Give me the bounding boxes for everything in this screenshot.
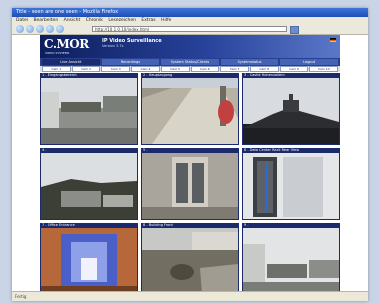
cam-tab[interactable]: Cam 5 xyxy=(160,66,190,72)
camera-feed-image xyxy=(142,153,238,219)
brand-logo: C.MOR xyxy=(44,37,89,51)
language-flag-icon[interactable] xyxy=(330,38,336,42)
page-subtitle: Version 3.7x xyxy=(102,44,124,48)
camera-panel-2[interactable]: 2 - Hauptzugang xyxy=(141,73,239,145)
reload-icon[interactable] xyxy=(36,25,44,33)
menu-edit[interactable]: Bearbeiten xyxy=(33,18,58,23)
tab-system-clients[interactable]: System Status/Clients xyxy=(161,59,219,65)
cam-tab[interactable]: Cam 4 xyxy=(131,66,160,72)
menu-file[interactable]: Datei xyxy=(16,18,28,23)
camera-panel-3[interactable]: 3 - Castle Hohenzollern xyxy=(242,73,340,145)
cam-tab[interactable]: Cam 7 xyxy=(220,66,249,72)
camera-feed-image xyxy=(142,228,238,294)
menu-history[interactable]: Chronik xyxy=(86,18,103,23)
tab-live-view[interactable]: Live Ansicht xyxy=(42,59,100,65)
menu-bookmarks[interactable]: Lesezeichen xyxy=(108,18,136,23)
forward-icon[interactable] xyxy=(26,25,34,33)
camera-feed-image xyxy=(142,78,238,144)
main-nav: Live Ansicht Recordings System Status/Cl… xyxy=(40,58,340,66)
camera-feed-image xyxy=(243,228,339,294)
camera-panel-7[interactable]: 7 - Office Entrance xyxy=(40,223,138,295)
tab-recordings[interactable]: Recordings xyxy=(101,59,160,65)
back-icon[interactable] xyxy=(16,25,24,33)
camera-selector: Cam 1 Cam 2 Cam 3 Cam 4 Cam 5 Cam 6 Cam … xyxy=(40,66,340,72)
menu-help[interactable]: Hilfe xyxy=(161,18,171,23)
camera-panel-9[interactable]: 9 - xyxy=(242,223,340,295)
browser-toolbar: http://10.1.0.10/index.html xyxy=(12,24,368,35)
menu-view[interactable]: Ansicht xyxy=(64,18,81,23)
window-titlebar: Title - seen are one seen - Mozilla Fire… xyxy=(12,8,368,17)
camera-feed-image xyxy=(41,78,137,144)
menu-tools[interactable]: Extras xyxy=(141,18,155,23)
go-button[interactable] xyxy=(290,26,299,34)
home-icon[interactable] xyxy=(56,25,64,33)
brand-tagline: VIDEO SYSTEMS xyxy=(45,51,70,55)
tab-logout[interactable]: Logout xyxy=(280,59,338,65)
camera-feed-image xyxy=(243,78,339,144)
camera-panel-5[interactable]: 5 - xyxy=(141,148,239,220)
cam-tab[interactable]: Cam 3 xyxy=(101,66,131,72)
camera-panel-6[interactable]: 6 - Data Center Rack Rear View xyxy=(242,148,340,220)
camera-panel-4[interactable]: 4 - xyxy=(40,148,138,220)
cam-tab[interactable]: Cam 1 xyxy=(42,66,71,72)
menu-bar: Datei Bearbeiten Ansicht Chronik Lesezei… xyxy=(12,17,368,24)
browser-window: Title - seen are one seen - Mozilla Fire… xyxy=(12,8,368,301)
cam-tab[interactable]: Cam 10 xyxy=(309,66,339,72)
cam-tab[interactable]: Cam 9 xyxy=(279,66,309,72)
camera-panel-8[interactable]: 8 - Building Front xyxy=(141,223,239,295)
camera-feed-image xyxy=(41,153,137,219)
app-header: C.MOR VIDEO SYSTEMS IP Video Surveillanc… xyxy=(40,35,340,58)
camera-grid: 1 - Eingangsbereich 2 - Hauptzugang 3 - … xyxy=(40,73,340,295)
cam-tab[interactable]: Cam 6 xyxy=(190,66,220,72)
tab-system-status[interactable]: Systemstatus xyxy=(220,59,279,65)
camera-feed-image xyxy=(243,153,339,219)
url-field[interactable]: http://10.1.0.10/index.html xyxy=(92,26,287,32)
camera-feed-image xyxy=(41,228,137,294)
status-bar: Fertig xyxy=(12,291,368,301)
stop-icon[interactable] xyxy=(46,25,54,33)
camera-panel-1[interactable]: 1 - Eingangsbereich xyxy=(40,73,138,145)
cam-tab[interactable]: Cam 8 xyxy=(249,66,279,72)
page-content: C.MOR VIDEO SYSTEMS IP Video Surveillanc… xyxy=(12,35,368,301)
cam-tab[interactable]: Cam 2 xyxy=(71,66,101,72)
